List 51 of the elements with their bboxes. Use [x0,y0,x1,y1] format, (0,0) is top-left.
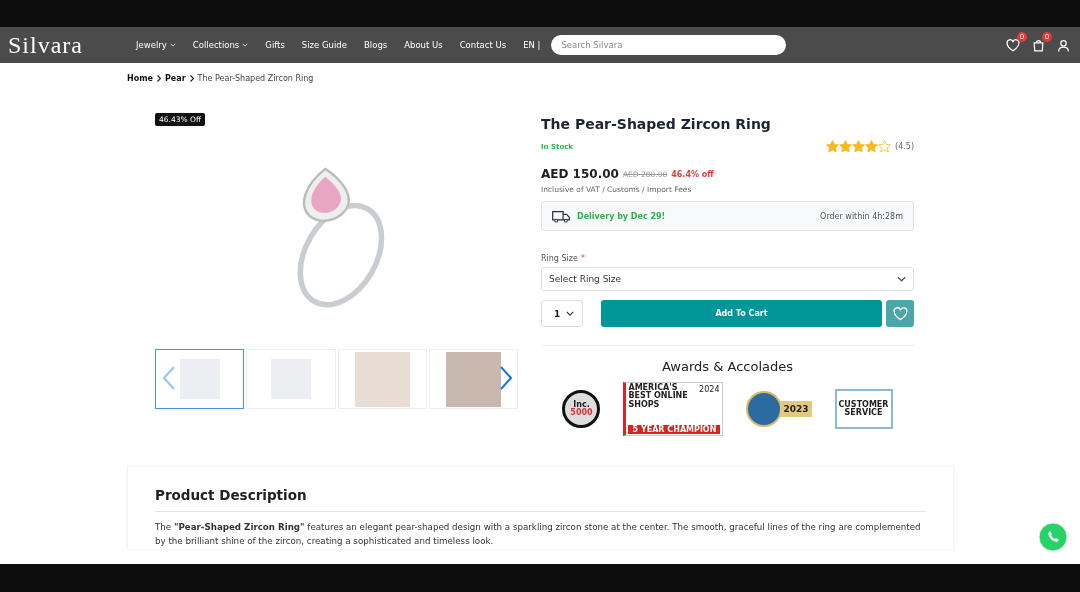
nav-link[interactable]: About Us [404,40,443,50]
description-text: The "Pear-Shaped Zircon Ring" features an elegant pear-shaped design with a sparkling zircon stone at the center. The smooth, graceful lines of the ring are complemented by the brilliant shine of the zircon, creating a sophisticated and timeless look. [155,521,922,548]
award-logo: AMERICA'S BEST ONLINE SHOPS 2024 5 YEAR CHAMPION [623,382,724,436]
chat-icon[interactable] [1038,522,1068,552]
price: AED 150.00 [541,167,619,181]
award-logo: 2023 [746,391,812,427]
heart-icon [892,306,908,321]
search-field[interactable]: Search Silvara [551,35,787,55]
award-logo: Inc. 5000 [562,390,601,428]
truck-icon [552,209,570,223]
rating-value: (4.5) [895,142,914,151]
photo-placeholder [445,351,501,407]
discount-text: 46.4% off [671,169,714,179]
logo[interactable]: Silvara [8,31,136,59]
breadcrumb-link[interactable]: The Pear-Shaped Zircon Ring [197,74,314,83]
chevron-down-icon [897,276,906,282]
award-logo: CUSTOMER SERVICE [834,389,893,429]
nav-link[interactable]: Contact Us [459,40,507,50]
nav-link[interactable]: Collections [192,40,249,50]
nav-link[interactable]: Gifts [265,40,285,50]
star-icon [839,140,853,153]
chevron-icon [156,75,161,82]
product-title: The Pear-Shaped Zircon Ring [541,116,772,132]
quantity-select[interactable]: 1 [541,300,583,327]
heart-icon[interactable] [1006,38,1020,52]
breadcrumb-link[interactable]: Home [127,74,153,83]
delivery-date: Delivery by Dec 29! [577,211,666,221]
section-heading: Awards & Accolades [661,359,794,374]
star-icon [852,140,866,153]
nav-link[interactable]: Jewelry [136,40,176,50]
bag-icon[interactable] [1032,38,1045,52]
user-icon[interactable] [1057,38,1070,52]
chevron-down-icon [566,311,574,316]
chevron-left-icon[interactable] [163,366,175,390]
nav-link[interactable]: Blogs [364,40,388,50]
star-icon [826,140,840,153]
chevron-right-icon[interactable] [500,366,512,390]
chevron-icon [189,75,194,82]
required-mark: * [580,254,585,263]
section-heading: Product Description [155,487,308,503]
breadcrumb-link[interactable]: Pear [164,74,186,83]
star-icon [865,140,879,153]
nav-link[interactable]: EN | [523,40,541,50]
field-label: Ring Size [541,254,578,263]
ring-size-select[interactable]: Select Ring Size [541,267,914,291]
wishlist-button[interactable] [886,300,914,327]
order-countdown: Order within 4h:28m [820,211,903,221]
add-to-cart-button[interactable]: Add To Cart [601,300,882,327]
photo-placeholder [354,351,410,407]
nav-link[interactable]: Size Guide [301,40,347,50]
thumbnail[interactable] [155,349,245,409]
